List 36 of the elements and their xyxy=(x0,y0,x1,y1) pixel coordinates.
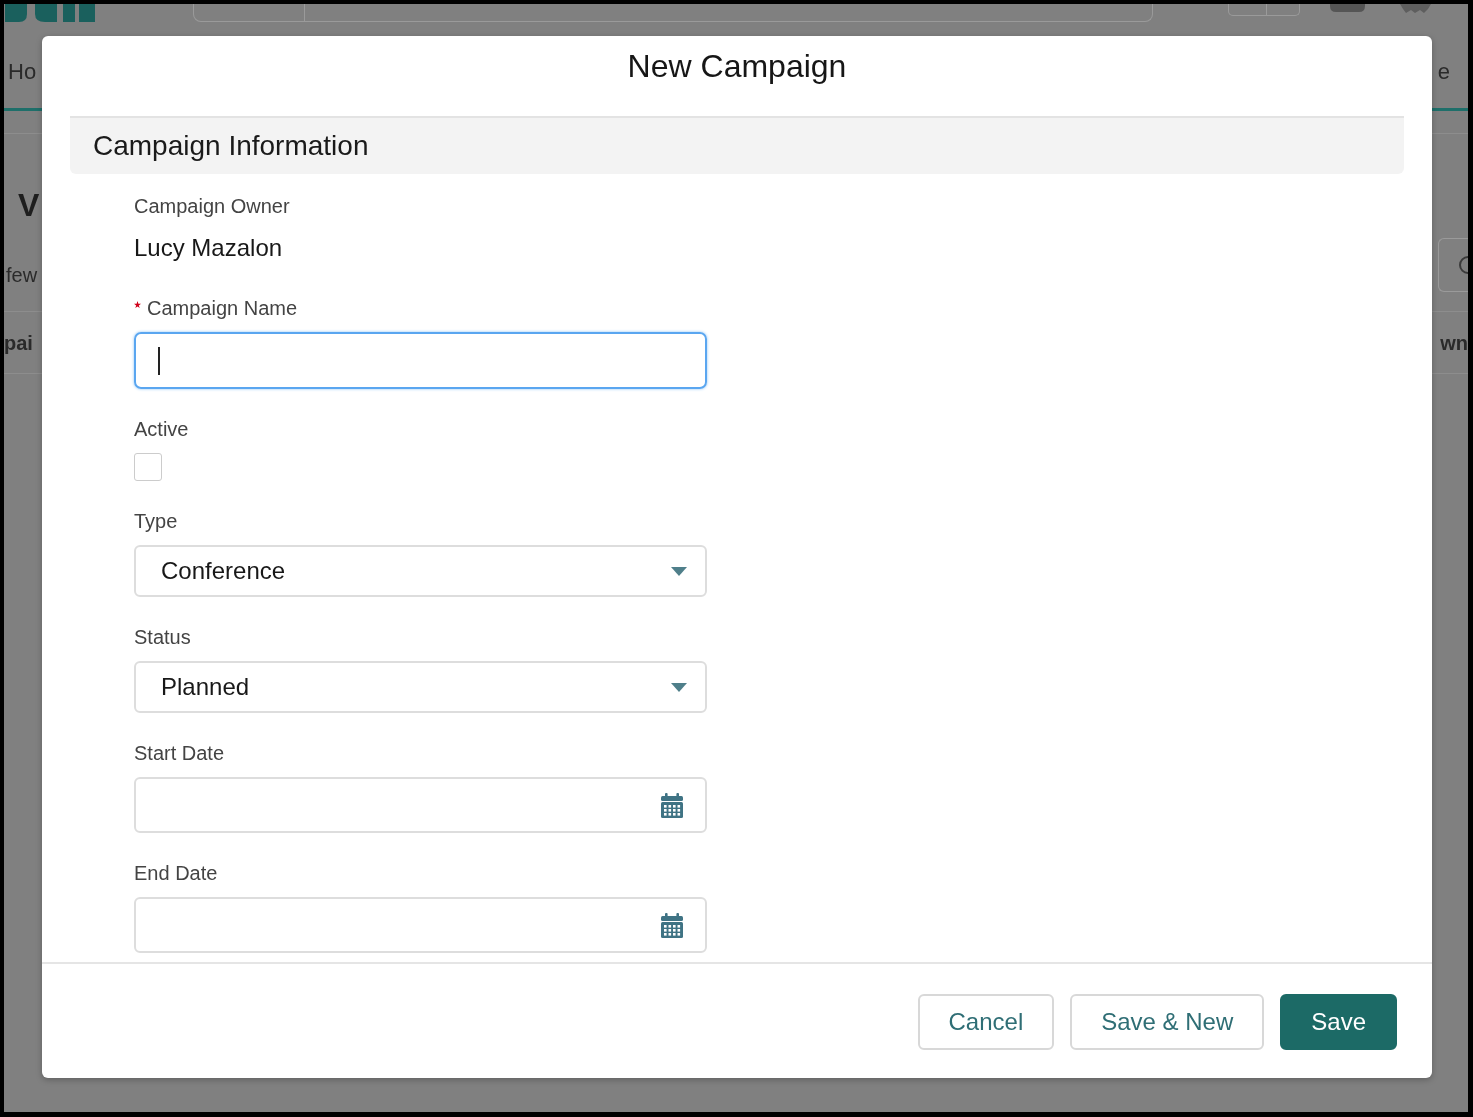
column-header: wn xyxy=(1440,330,1468,355)
field-label: Active xyxy=(134,417,189,441)
primary-button[interactable]: Save xyxy=(1280,994,1397,1050)
page-title: V xyxy=(18,186,40,225)
select-dropdown[interactable]: Conference xyxy=(134,545,707,597)
calendar-icon xyxy=(661,792,683,818)
search-field[interactable] xyxy=(193,4,1153,22)
select-dropdown[interactable]: Planned xyxy=(134,661,707,713)
page-subtitle: few xyxy=(6,263,38,287)
field-label: Type xyxy=(134,509,178,533)
secondary-button[interactable]: Save & New xyxy=(1070,994,1265,1050)
date-field[interactable] xyxy=(134,897,707,953)
column-header: pai xyxy=(4,330,33,355)
jagged-shape-icon xyxy=(1398,4,1433,13)
field-value: Lucy Mazalon xyxy=(134,234,283,261)
text-cursor-icon xyxy=(158,346,160,375)
field-label: End Date xyxy=(134,861,218,885)
secondary-button[interactable]: Cancel xyxy=(917,994,1055,1050)
nav-tab[interactable]: e xyxy=(1437,58,1450,86)
calendar-icon xyxy=(661,912,683,938)
field-label: Status xyxy=(134,625,191,649)
field-label: Campaign Owner xyxy=(134,194,290,218)
field-label: Start Date xyxy=(134,741,225,765)
section-title: Campaign Information xyxy=(93,129,369,163)
arc-icon xyxy=(1456,255,1468,275)
modal-title: New Campaign xyxy=(627,48,847,84)
nav-tab[interactable]: Ho xyxy=(8,58,37,86)
tile-icon xyxy=(1330,4,1365,12)
input-field[interactable] xyxy=(134,332,707,389)
caret-down-icon xyxy=(671,682,687,692)
field-label: Campaign Name xyxy=(147,296,298,320)
checkbox[interactable] xyxy=(134,453,162,481)
caret-down-icon xyxy=(671,566,687,576)
toolbar-button[interactable] xyxy=(1438,238,1468,292)
date-field[interactable] xyxy=(134,777,707,833)
toolbar-button[interactable] xyxy=(1228,4,1300,16)
